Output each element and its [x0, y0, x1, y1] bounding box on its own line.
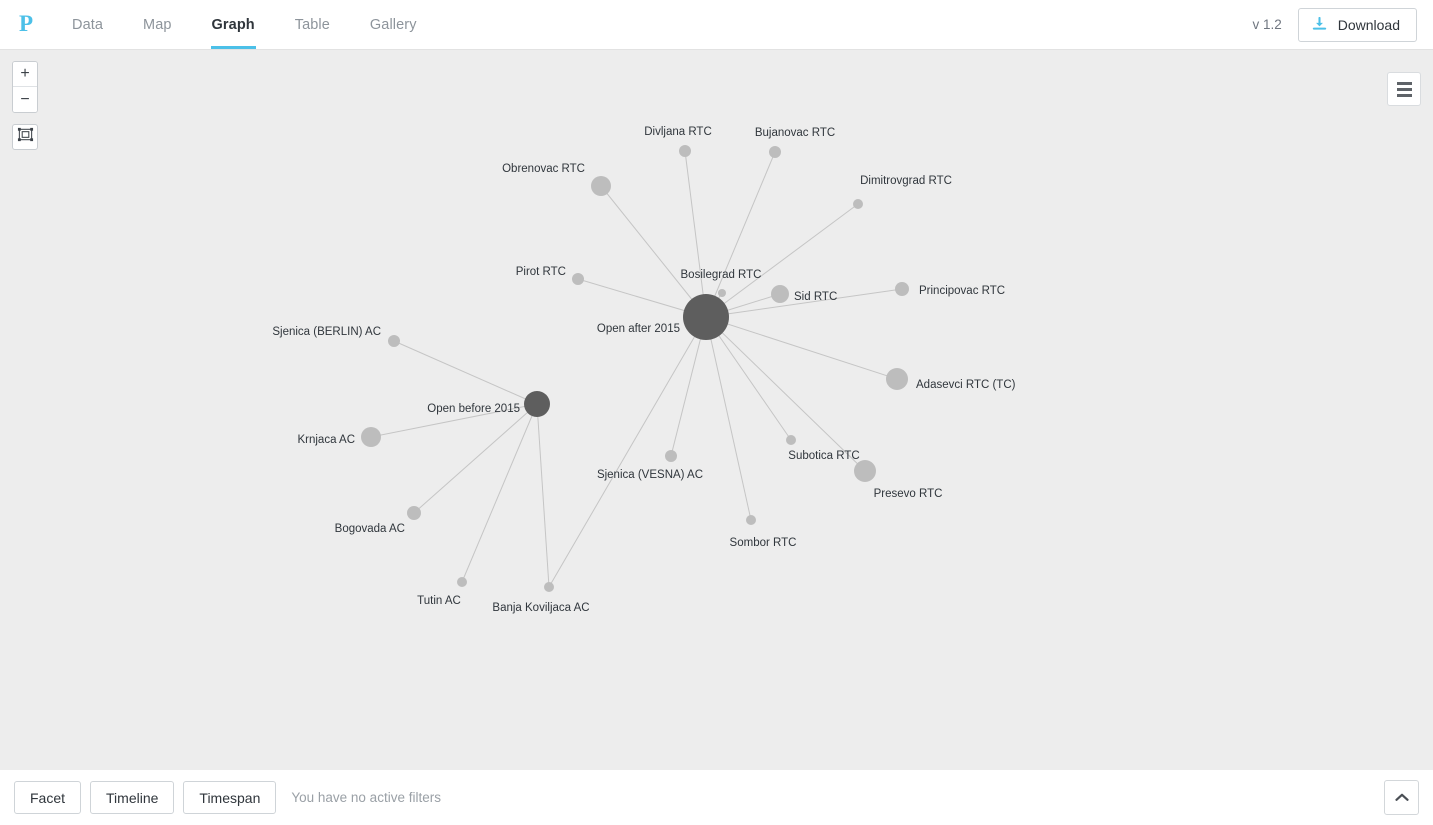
nav-tab-map[interactable]: Map [123, 0, 192, 49]
graph-visualization[interactable]: Open after 2015 Open before 2015 Divljana … [0, 50, 1433, 770]
graph-node-label-bogovada-ac: Bogovada AC [335, 523, 405, 535]
graph-node-label-sombor-rtc: Sombor RTC [730, 537, 797, 549]
graph-edge [684, 150, 707, 318]
version-label: v 1.2 [1252, 17, 1282, 32]
nav-tab-table[interactable]: Table [275, 0, 350, 49]
nav-tab-data[interactable]: Data [52, 0, 123, 49]
filter-button-timespan[interactable]: Timespan [183, 781, 277, 814]
graph-node-sombor-rtc[interactable] [746, 515, 756, 525]
graph-node-dimitrovgrad-rtc[interactable] [853, 199, 863, 209]
graph-node-sjenica-vesna-ac[interactable] [665, 450, 677, 462]
zoom-out-button[interactable]: − [13, 87, 37, 112]
graph-edge [705, 316, 866, 472]
app-header: P Data Map Graph Table Gallery v 1.2 Downloa… [0, 0, 1433, 50]
graph-node-banja-koviljaca-ac[interactable] [544, 582, 554, 592]
nav-tab-gallery[interactable]: Gallery [350, 0, 437, 49]
collapse-panel-button[interactable] [1384, 780, 1419, 815]
graph-edge [705, 316, 898, 380]
graph-node-open-after-2015[interactable] [683, 294, 729, 340]
graph-node-label-pirot-rtc: Pirot RTC [516, 266, 566, 278]
hamburger-menu-icon-bar [1396, 93, 1412, 97]
graph-canvas[interactable]: Open after 2015 Open before 2015 Divljana … [0, 50, 1433, 770]
graph-edge [461, 403, 538, 583]
graph-edge [705, 151, 776, 318]
active-filters-status: You have no active filters [291, 790, 441, 805]
header-actions: v 1.2 Download [1252, 0, 1433, 49]
graph-node-krnjaca-ac[interactable] [361, 427, 381, 447]
graph-node-label-sjenica-vesna-ac: Sjenica (VESNA) AC [597, 469, 703, 481]
graph-node-label-bosilegrad-rtc: Bosilegrad RTC [681, 269, 762, 281]
graph-node-adasevci-rtc-tc[interactable] [886, 368, 908, 390]
graph-node-label-presevo-rtc: Presevo RTC [874, 488, 943, 500]
graph-edge-layer [370, 150, 903, 588]
app-logo[interactable]: P [0, 0, 52, 49]
graph-node-bogovada-ac[interactable] [407, 506, 421, 520]
graph-node-subotica-rtc[interactable] [786, 435, 796, 445]
chevron-up-icon [1394, 790, 1409, 805]
graph-edge [600, 185, 707, 318]
graph-node-label-open-after-2015: Open after 2015 [597, 323, 680, 335]
graph-node-open-before-2015[interactable] [524, 391, 550, 417]
fit-to-screen-button[interactable] [12, 124, 38, 150]
graph-edge [536, 403, 550, 588]
zoom-in-button[interactable]: + [13, 62, 37, 87]
graph-edge [705, 316, 752, 521]
graph-menu-button[interactable] [1387, 72, 1421, 106]
hamburger-menu-icon [1396, 81, 1412, 85]
graph-node-label-banja-koviljaca-ac: Banja Koviljaca AC [492, 602, 589, 614]
graph-node-label-bujanovac-rtc: Bujanovac RTC [755, 127, 835, 139]
graph-node-label-sjenica-berlin-ac: Sjenica (BERLIN) AC [272, 326, 381, 338]
graph-node-bujanovac-rtc[interactable] [769, 146, 781, 158]
download-button[interactable]: Download [1297, 7, 1417, 42]
graph-node-label-adasevci-rtc-tc: Adasevci RTC (TC) [916, 379, 1016, 391]
filter-toolbar: Facet Timeline Timespan You have no active… [0, 770, 1433, 825]
graph-node-label-sid-rtc: Sid RTC [794, 291, 837, 303]
graph-node-divljana-rtc[interactable] [679, 145, 691, 157]
graph-edge [413, 403, 538, 514]
graph-node-label-divljana-rtc: Divljana RTC [644, 126, 712, 138]
app-root: P Data Map Graph Table Gallery v 1.2 Downloa… [0, 0, 1433, 825]
fit-to-screen-icon [17, 126, 34, 148]
graph-node-bosilegrad-rtc[interactable] [718, 289, 726, 297]
graph-node-pirot-rtc[interactable] [572, 273, 584, 285]
graph-node-label-principovac-rtc: Principovac RTC [919, 285, 1005, 297]
graph-label-layer: Open after 2015 Open before 2015 Divljana … [272, 126, 1015, 614]
hamburger-menu-icon-bar [1396, 87, 1412, 91]
graph-edge [393, 340, 538, 405]
graph-node-label-subotica-rtc: Subotica RTC [788, 450, 859, 462]
filter-button-timeline[interactable]: Timeline [90, 781, 175, 814]
graph-node-label-krnjaca-ac: Krnjaca AC [297, 434, 355, 446]
download-icon [1312, 17, 1327, 32]
main-nav: Data Map Graph Table Gallery [52, 0, 437, 49]
nav-tab-graph[interactable]: Graph [192, 0, 275, 49]
graph-node-label-dimitrovgrad-rtc: Dimitrovgrad RTC [860, 175, 952, 187]
graph-node-presevo-rtc[interactable] [854, 460, 876, 482]
graph-node-sjenica-berlin-ac[interactable] [388, 335, 400, 347]
graph-node-obrenovac-rtc[interactable] [591, 176, 611, 196]
graph-node-sid-rtc[interactable] [771, 285, 789, 303]
graph-edge [548, 316, 707, 588]
graph-node-layer [361, 145, 909, 592]
graph-node-principovac-rtc[interactable] [895, 282, 909, 296]
zoom-controls: + − [12, 61, 38, 113]
graph-node-label-open-before-2015: Open before 2015 [427, 403, 520, 415]
filter-button-facet[interactable]: Facet [14, 781, 82, 814]
filter-buttons: Facet Timeline Timespan [14, 781, 285, 814]
download-button-label: Download [1337, 16, 1400, 33]
graph-node-label-obrenovac-rtc: Obrenovac RTC [502, 163, 585, 175]
graph-node-tutin-ac[interactable] [457, 577, 467, 587]
graph-node-label-tutin-ac: Tutin AC [417, 595, 461, 607]
